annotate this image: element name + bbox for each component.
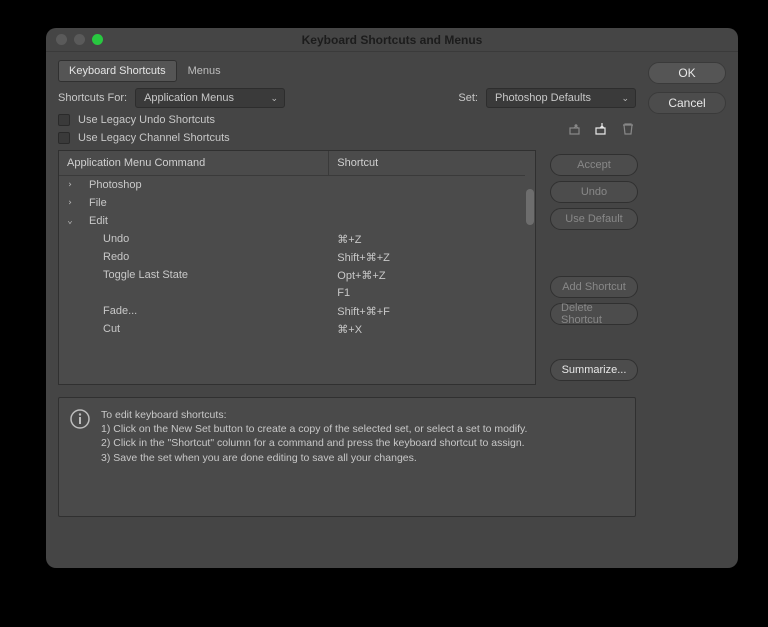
chevron-down-icon: ⌄ [271,93,279,104]
command-label: Photoshop [79,179,142,191]
table-row[interactable]: Cut ⌘+X [59,320,525,338]
table-row[interactable]: › File [59,194,525,212]
titlebar: Keyboard Shortcuts and Menus [46,28,738,52]
tab-menus[interactable]: Menus [177,60,232,82]
command-label: Edit [79,215,108,227]
info-icon [69,408,91,430]
legacy-channel-label: Use Legacy Channel Shortcuts [78,132,230,144]
window-title: Keyboard Shortcuts and Menus [46,33,738,47]
delete-shortcut-button[interactable]: Delete Shortcut [550,303,638,325]
legacy-channel-checkbox[interactable]: Use Legacy Channel Shortcuts [58,132,230,144]
cancel-button[interactable]: Cancel [648,92,726,114]
tab-bar: Keyboard Shortcuts Menus [58,60,636,82]
scrollbar-thumb[interactable] [526,189,534,225]
command-label: Redo [79,251,129,263]
chevron-down-icon: ⌄ [621,93,629,104]
ok-button[interactable]: OK [648,62,726,84]
shortcut-value[interactable]: ⌘+Z [329,233,525,246]
accept-button[interactable]: Accept [550,154,638,176]
set-value: Photoshop Defaults [495,92,591,104]
command-label: Undo [79,233,129,245]
info-text: To edit keyboard shortcuts: 1) Click on … [101,408,527,506]
shortcut-value[interactable]: ⌘+X [329,323,525,336]
table-row[interactable]: Undo ⌘+Z [59,230,525,248]
command-label: Fade... [79,305,137,317]
shortcut-table[interactable]: › Photoshop › File ⌄ Edit Undo ⌘+Z Redo Shift+⌘+Z… [59,176,525,343]
shortcut-value[interactable]: F1 [329,287,525,299]
header-shortcut[interactable]: Shortcut [329,151,525,175]
shortcuts-for-select[interactable]: Application Menus ⌄ [135,88,285,108]
command-label: File [79,197,107,209]
legacy-undo-label: Use Legacy Undo Shortcuts [78,114,215,126]
shortcut-value[interactable]: Shift+⌘+Z [329,251,525,264]
table-row[interactable]: ⌄ Edit [59,212,525,230]
command-label: Toggle Last State [79,269,188,281]
dialog-window: Keyboard Shortcuts and Menus Keyboard Sh… [46,28,738,568]
checkbox-icon [58,114,70,126]
table-row[interactable]: F1 [59,284,525,302]
info-panel: To edit keyboard shortcuts: 1) Click on … [58,397,636,517]
undo-button[interactable]: Undo [550,181,638,203]
disclosure-icon[interactable]: › [65,198,75,208]
trash-icon[interactable] [620,122,636,136]
summarize-button[interactable]: Summarize... [550,359,638,381]
table-header: Application Menu Command Shortcut [59,151,525,176]
set-label: Set: [458,92,478,104]
add-shortcut-button[interactable]: Add Shortcut [550,276,638,298]
new-set-icon[interactable] [568,122,584,136]
set-select[interactable]: Photoshop Defaults ⌄ [486,88,636,108]
checkbox-icon [58,132,70,144]
shortcuts-for-value: Application Menus [144,92,234,104]
shortcut-value[interactable]: Shift+⌘+F [329,305,525,318]
use-default-button[interactable]: Use Default [550,208,638,230]
table-row[interactable]: › Photoshop [59,176,525,194]
table-row[interactable]: Redo Shift+⌘+Z [59,248,525,266]
legacy-undo-checkbox[interactable]: Use Legacy Undo Shortcuts [58,114,230,126]
tab-keyboard-shortcuts[interactable]: Keyboard Shortcuts [58,60,177,82]
disclosure-icon[interactable]: › [65,180,75,190]
table-row[interactable]: Toggle Last State Opt+⌘+Z [59,266,525,284]
scrollbar[interactable] [525,151,535,384]
disclosure-icon[interactable]: ⌄ [65,216,75,226]
save-set-icon[interactable] [594,122,610,136]
header-command[interactable]: Application Menu Command [59,151,329,175]
table-row[interactable]: Fade... Shift+⌘+F [59,302,525,320]
command-label: Cut [79,323,120,335]
shortcut-value[interactable]: Opt+⌘+Z [329,269,525,282]
shortcuts-for-label: Shortcuts For: [58,92,127,104]
